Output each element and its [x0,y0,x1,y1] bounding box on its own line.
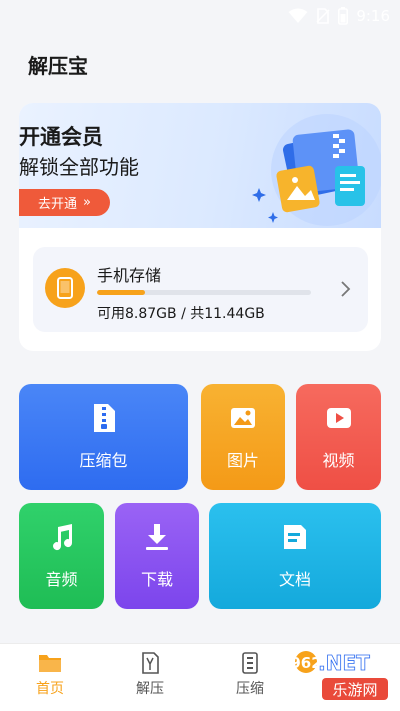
tile-download-label: 下载 [140,570,173,589]
activate-vip-label: 去开通 [38,197,78,212]
watermark-suffix: .NET [318,651,370,675]
phone-storage-icon [45,268,85,308]
document-icon [284,525,306,549]
banner-title: 开通会员 [19,125,103,149]
status-bar: 9:16 [0,0,400,32]
storage-title: 手机存储 [97,266,162,285]
nav-unzip[interactable]: 解压 [120,652,180,698]
nav-compress[interactable]: 压缩 [220,652,280,698]
no-sim-icon [316,8,330,24]
nav-unzip-label: 解压 [136,681,164,697]
zip-file-icon [93,404,115,432]
tile-video-label: 视频 [322,451,355,470]
chevron-right-icon [341,281,351,297]
tile-zip-label: 压缩包 [79,451,128,470]
unzip-icon [142,652,159,674]
compress-icon [242,652,258,674]
nav-home[interactable]: 首页 [20,652,80,698]
status-time: 9:16 [356,7,390,25]
site-watermark: 962 .NET 乐游网 [290,646,396,704]
banner-folder-illustration-icon [252,114,381,226]
watermark-logo-icon: 962 .NET 乐游网 [290,651,388,700]
folder-icon [39,655,61,672]
battery-icon [338,7,349,25]
tile-video[interactable]: 视频 [296,384,381,490]
banner-subtitle: 解锁全部功能 [19,155,139,179]
video-icon [326,408,351,428]
vip-banner[interactable]: 开通会员 解锁全部功能 去开通 » [19,103,381,228]
storage-progress-fill [97,290,146,295]
double-chevron-icon: » [83,195,91,210]
wifi-icon [288,8,308,23]
tile-documents[interactable]: 文档 [209,503,381,609]
top-card: 开通会员 解锁全部功能 去开通 » 手机存储 可用8.87GB / 共11.44… [19,103,381,351]
music-note-icon [52,524,72,551]
tile-zip[interactable]: 压缩包 [19,384,188,490]
tile-download[interactable]: 下载 [115,503,199,609]
tile-documents-label: 文档 [278,570,311,589]
nav-home-label: 首页 [36,681,64,697]
storage-usage-text: 可用8.87GB / 共11.44GB [97,306,265,322]
nav-compress-label: 压缩 [236,681,264,697]
tile-audio[interactable]: 音频 [19,503,104,609]
tile-audio-label: 音频 [45,570,78,589]
app-title: 解压宝 [28,54,88,78]
tile-images[interactable]: 图片 [201,384,285,490]
watermark-text: 乐游网 [332,681,377,699]
image-icon [231,408,255,428]
tile-images-label: 图片 [226,451,259,470]
storage-progress-bar [97,290,311,295]
download-icon [146,524,168,550]
activate-vip-button[interactable]: 去开通 » [19,189,110,216]
phone-storage-card[interactable]: 手机存储 可用8.87GB / 共11.44GB [33,247,368,332]
